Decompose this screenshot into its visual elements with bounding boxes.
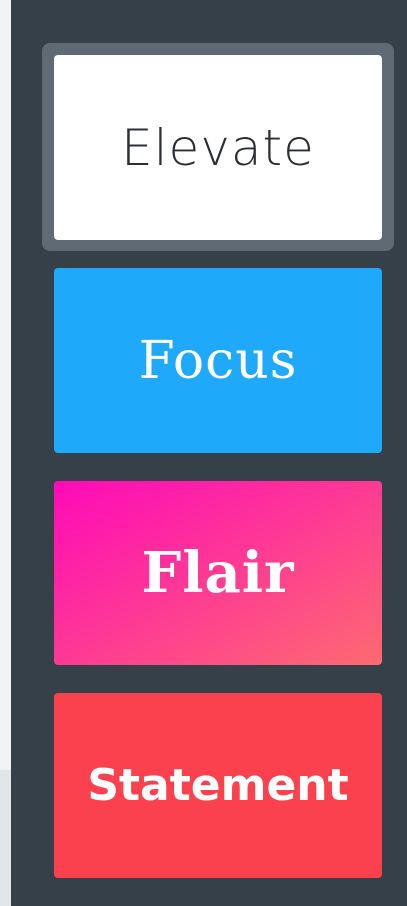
left-edge-shade bbox=[0, 770, 11, 906]
theme-card-statement[interactable]: Statement bbox=[54, 693, 382, 878]
theme-card-elevate[interactable]: Elevate bbox=[54, 55, 382, 240]
theme-card-flair[interactable]: Flair bbox=[54, 481, 382, 665]
theme-card-focus[interactable]: Focus bbox=[54, 268, 382, 453]
theme-label-elevate: Elevate bbox=[121, 118, 315, 177]
theme-label-focus: Focus bbox=[138, 330, 298, 391]
theme-label-statement: Statement bbox=[87, 760, 349, 811]
theme-picker-panel: Elevate Focus Flair Statement bbox=[11, 0, 407, 906]
theme-label-flair: Flair bbox=[141, 540, 295, 606]
left-edge-strip bbox=[0, 0, 11, 906]
